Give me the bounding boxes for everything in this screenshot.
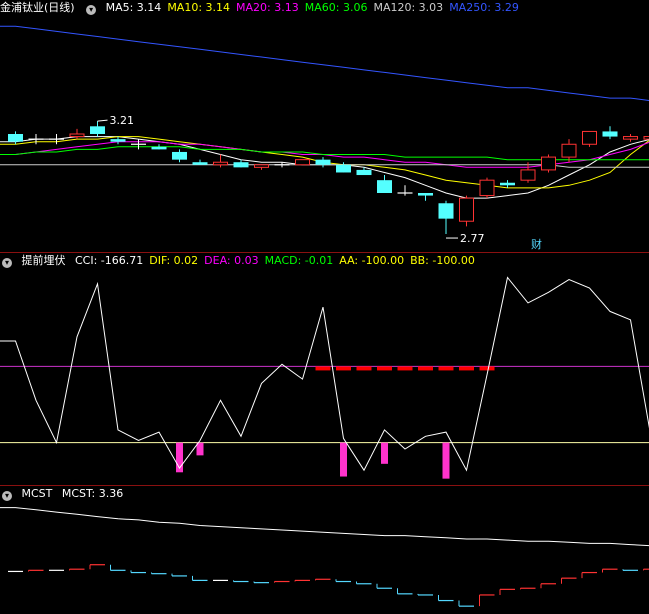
candle-body bbox=[582, 130, 597, 145]
bb-bar bbox=[356, 366, 372, 371]
bb-bar bbox=[377, 366, 392, 371]
candle-body bbox=[315, 159, 331, 165]
candle-body bbox=[295, 159, 310, 166]
ind1-dea-value: DEA: 0.03 bbox=[204, 254, 259, 267]
candle-body bbox=[90, 126, 105, 134]
ma-ma5-value: MA5: 3.14 bbox=[105, 1, 162, 14]
candle-body bbox=[69, 133, 85, 138]
ind1-macd-value: MACD: -0.01 bbox=[264, 254, 334, 267]
candle-body bbox=[8, 134, 23, 142]
cci-chart[interactable] bbox=[0, 269, 649, 485]
main-chart-pane: 金浦钛业(日线) ▾ MA5: 3.14 MA10: 3.14 MA20: 3.13… bbox=[0, 0, 649, 252]
candle-body bbox=[438, 203, 454, 219]
ind1-cci-value: CCI: -166.71 bbox=[75, 254, 144, 267]
candle-body bbox=[623, 136, 638, 140]
candle-body bbox=[459, 197, 474, 222]
high-marker-line bbox=[97, 119, 108, 122]
bb-bar bbox=[438, 366, 454, 371]
aa-bar bbox=[340, 442, 347, 477]
indicator-1-header: ▾ 提前埋伏 CCI: -166.71 DIF: 0.02 DEA: 0.03 MAC… bbox=[0, 253, 649, 269]
candle-body bbox=[233, 162, 249, 168]
finance-event-label: 财 bbox=[531, 237, 542, 251]
candle-body bbox=[151, 146, 167, 150]
indicator-2-legend: MCST: 3.36 bbox=[62, 487, 129, 500]
candle-body bbox=[213, 161, 228, 166]
ind1-dif-value: DIF: 0.02 bbox=[149, 254, 199, 267]
aa-bar bbox=[442, 442, 450, 479]
ind2-mcst-value: MCST: 3.36 bbox=[61, 487, 124, 500]
ma-ma250-value: MA250: 3.29 bbox=[449, 1, 519, 14]
mcst-line bbox=[0, 507, 649, 547]
candle-body bbox=[254, 164, 269, 168]
bb-bar bbox=[418, 366, 433, 371]
indicator-2-header: ▾ MCST MCST: 3.36 bbox=[0, 486, 649, 502]
bb-bar bbox=[397, 366, 413, 371]
candle-body bbox=[336, 164, 351, 173]
bb-bar bbox=[336, 366, 351, 371]
high-price-label: 3.21 bbox=[110, 114, 135, 127]
ma-legend: MA5: 3.14 MA10: 3.14 MA20: 3.13 MA60: 3.06 M… bbox=[106, 1, 525, 14]
indicator-pane-1: ▾ 提前埋伏 CCI: -166.71 DIF: 0.02 DEA: 0.03 MAC… bbox=[0, 253, 649, 485]
candle-body bbox=[418, 193, 433, 196]
candle-body bbox=[561, 143, 577, 158]
indicator-menu-icon[interactable]: ▾ bbox=[86, 5, 97, 15]
candle-body bbox=[172, 151, 187, 160]
bb-bar bbox=[479, 366, 495, 371]
indicator-1-menu-icon[interactable]: ▾ bbox=[2, 258, 12, 268]
ind1-bb-value: BB: -100.00 bbox=[410, 254, 475, 267]
candle-body bbox=[377, 180, 392, 193]
stock-title[interactable]: 金浦钛业(日线) bbox=[0, 1, 75, 14]
candle-body bbox=[192, 162, 208, 165]
candle-body bbox=[541, 156, 556, 171]
main-chart-header: 金浦钛业(日线) ▾ MA5: 3.14 MA10: 3.14 MA20: 3.13… bbox=[0, 0, 649, 16]
candle-body bbox=[356, 169, 372, 176]
ma-ma10-value: MA10: 3.14 bbox=[167, 1, 231, 14]
candle-body bbox=[500, 182, 515, 186]
indicator-2-name[interactable]: MCST bbox=[22, 487, 53, 500]
candle-body bbox=[110, 139, 126, 142]
ma-line-ma250 bbox=[0, 25, 649, 102]
low-price-label: 2.77 bbox=[460, 232, 485, 245]
ind1-aa-value: AA: -100.00 bbox=[339, 254, 405, 267]
ma-ma120-value: MA120: 3.03 bbox=[373, 1, 444, 14]
mcst-chart[interactable] bbox=[0, 502, 649, 614]
bb-bar bbox=[315, 366, 331, 371]
indicator-2-menu-icon[interactable]: ▾ bbox=[2, 491, 12, 501]
ma-ma60-value: MA60: 3.06 bbox=[304, 1, 368, 14]
ma-ma20-value: MA20: 3.13 bbox=[236, 1, 299, 14]
candle-body bbox=[520, 169, 536, 181]
bb-bar bbox=[459, 366, 474, 371]
aa-bar bbox=[381, 442, 388, 464]
candlestick-chart[interactable]: 3.21 2.77 财 bbox=[0, 16, 649, 252]
indicator-1-name[interactable]: 提前埋伏 bbox=[22, 254, 66, 267]
candle-body bbox=[602, 131, 618, 137]
indicator-pane-2: ▾ MCST MCST: 3.36 bbox=[0, 486, 649, 614]
candle-body bbox=[643, 136, 649, 140]
candle-body bbox=[479, 179, 495, 197]
indicator-1-legend: CCI: -166.71 DIF: 0.02 DEA: 0.03 MACD: -0.0… bbox=[75, 254, 481, 267]
cci-line bbox=[0, 276, 649, 472]
